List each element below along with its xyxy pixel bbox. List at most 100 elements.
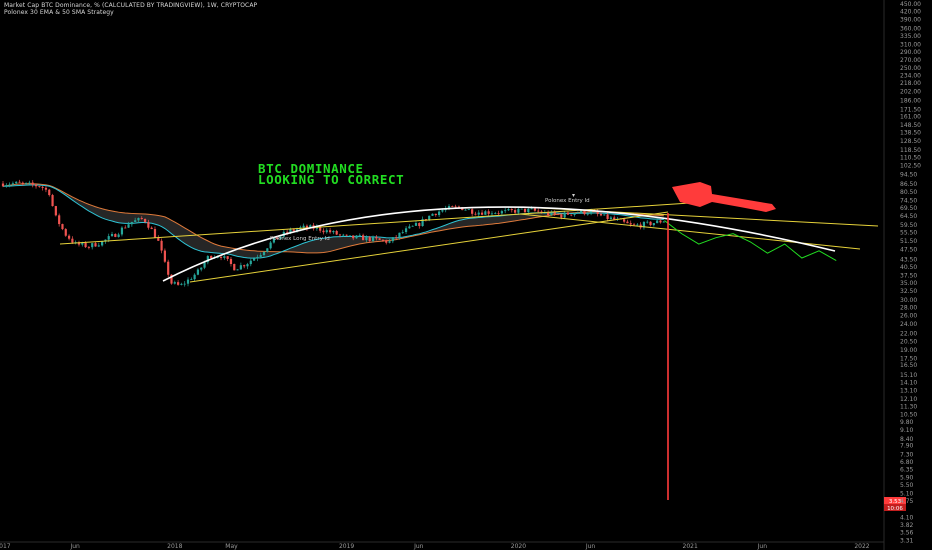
candle-body <box>286 231 289 233</box>
candle-body <box>150 227 153 230</box>
candle-body <box>186 279 190 284</box>
candle-body <box>91 243 94 248</box>
candle-body <box>606 214 609 219</box>
candle-body <box>64 229 67 236</box>
y-tick-label: 3.82 <box>900 522 914 529</box>
candle-body <box>31 182 34 185</box>
candle-body <box>147 221 150 228</box>
y-tick-label: 19.00 <box>900 347 917 354</box>
signal-arrow: ▾ <box>572 192 575 199</box>
candle-body <box>523 208 527 213</box>
y-tick-label: 74.50 <box>900 197 917 204</box>
y-tick-label: 5.90 <box>900 475 914 482</box>
candle-body <box>193 274 196 280</box>
y-tick-label: 47.50 <box>900 247 917 254</box>
candle-body <box>44 187 48 190</box>
candle-body <box>163 250 166 262</box>
candle-body <box>570 214 573 216</box>
candle-body <box>236 269 239 271</box>
candle-body <box>58 215 61 225</box>
y-tick-label: 20.50 <box>900 338 917 345</box>
y-tick-label: 4.75 <box>900 498 914 505</box>
signal-long-label: Polonex Long Entry Id <box>270 236 330 242</box>
candle-body <box>25 182 28 184</box>
candle-body <box>322 230 325 233</box>
candle-body <box>87 247 90 248</box>
candle-body <box>537 210 540 212</box>
candle-body <box>632 224 636 226</box>
y-tick-label: 40.50 <box>900 264 917 271</box>
candle-body <box>200 267 203 270</box>
candle-body <box>1 183 5 187</box>
candle-body <box>497 213 500 214</box>
y-tick-label: 250.00 <box>900 65 921 72</box>
y-tick-label: 14.10 <box>900 379 917 386</box>
y-tick-label: 64.50 <box>900 213 917 220</box>
candle-body <box>388 241 391 243</box>
candle-body <box>438 211 441 216</box>
candle-body <box>266 248 269 252</box>
candle-body <box>414 223 418 226</box>
candle-body <box>520 208 523 210</box>
candle-body <box>411 225 414 227</box>
candle-body <box>11 183 15 185</box>
x-tick-label: Jun <box>757 543 768 550</box>
candle-body <box>54 206 57 216</box>
candle-body <box>371 236 375 241</box>
candle-body <box>15 181 18 184</box>
y-tick-label: 420.00 <box>900 9 921 16</box>
candle-body <box>652 223 655 226</box>
candle-body <box>107 236 110 240</box>
candle-body <box>21 182 24 184</box>
chart[interactable]: Polonex Long Entry Id Polonex Entry Id▾ 3… <box>0 0 932 550</box>
candle-body <box>494 213 497 214</box>
x-tick-label: Jun <box>69 543 80 550</box>
y-tick-label: 43.50 <box>900 256 917 263</box>
candle-body <box>533 208 537 211</box>
y-tick-label: 290.00 <box>900 49 921 56</box>
y-tick-label: 186.00 <box>900 98 921 105</box>
y-tick-label: 28.00 <box>900 304 917 311</box>
candle-body <box>636 224 639 226</box>
y-tick-label: 11.30 <box>900 404 917 411</box>
y-tick-label: 118.50 <box>900 147 921 154</box>
candle-body <box>398 232 401 238</box>
candle-body <box>586 213 589 215</box>
candle-body <box>365 236 368 241</box>
candle-body <box>626 221 629 224</box>
y-tick-label: 7.30 <box>900 451 914 458</box>
candle-body <box>67 235 71 239</box>
candle-body <box>38 186 41 188</box>
candle-body <box>358 235 361 237</box>
candle-body <box>378 238 381 240</box>
candle-body <box>530 208 533 210</box>
y-tick-label: 234.00 <box>900 72 921 79</box>
candle-body <box>173 282 176 284</box>
candle-body <box>124 227 127 229</box>
candle-body <box>127 224 130 228</box>
y-tick-label: 9.80 <box>900 419 914 426</box>
candle-body <box>613 217 616 220</box>
y-tick-label: 13.10 <box>900 387 917 394</box>
candle-body <box>649 221 652 226</box>
candle-body <box>659 220 662 223</box>
candle-body <box>381 239 385 241</box>
candle-body <box>177 282 180 285</box>
candle-body <box>226 256 229 259</box>
candle-body <box>477 212 480 215</box>
y-tick-label: 51.50 <box>900 238 917 245</box>
candle-body <box>233 264 236 271</box>
y-tick-label: 94.50 <box>900 172 917 179</box>
y-tick-label: 24.00 <box>900 321 917 328</box>
y-tick-label: 4.10 <box>900 514 914 521</box>
x-tick-label: 2018 <box>167 543 182 550</box>
y-tick-label: 6.80 <box>900 459 914 466</box>
candle-body <box>573 212 576 215</box>
chart-title: Market Cap BTC Dominance, % (CALCULATED … <box>4 2 258 9</box>
x-tick-label: 2019 <box>339 543 354 550</box>
candle-body <box>48 189 51 196</box>
candle-body <box>418 223 421 227</box>
chart-background <box>0 0 932 550</box>
signal-entry-label: Polonex Entry Id <box>545 198 590 204</box>
candle-body <box>94 243 97 247</box>
